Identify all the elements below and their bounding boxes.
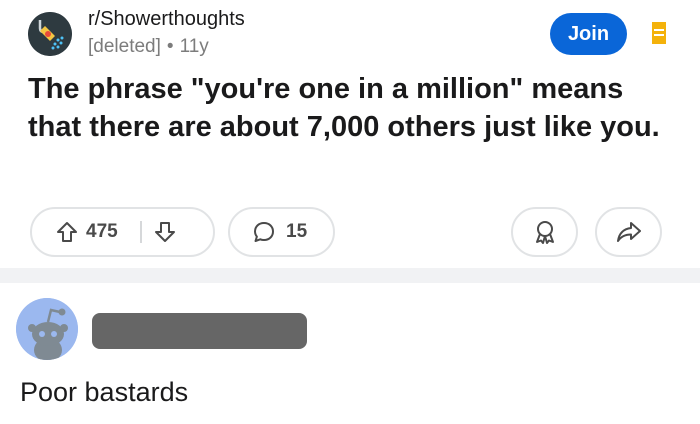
subreddit-avatar[interactable] (28, 12, 72, 56)
upvote-button[interactable] (56, 221, 78, 243)
post-title[interactable]: The phrase "you're one in a million" mea… (28, 70, 668, 146)
upvote-arrow-icon (57, 222, 77, 242)
award-button[interactable] (511, 207, 578, 257)
post-author: [deleted] (88, 36, 161, 57)
commenter-name-redacted (92, 313, 307, 349)
comment-bubble-icon (252, 220, 276, 244)
save-flag-icon[interactable] (652, 22, 666, 44)
post-meta: [deleted] • 11y (88, 36, 209, 58)
comments-button[interactable]: 15 (228, 207, 335, 257)
commenter-avatar[interactable] (16, 298, 78, 360)
award-icon (535, 221, 554, 244)
snoo-avatar-icon (16, 298, 78, 360)
comment-count: 15 (286, 221, 308, 242)
post-age: 11y (179, 36, 209, 57)
share-button[interactable] (595, 207, 662, 257)
section-divider (0, 268, 700, 283)
vote-control: 475 (30, 207, 215, 257)
vote-divider (139, 221, 142, 243)
subreddit-name[interactable]: r/Showerthoughts (88, 8, 245, 31)
join-button[interactable]: Join (550, 13, 627, 55)
upvote-count: 475 (86, 221, 118, 242)
showerhead-icon (28, 12, 72, 56)
comment-text: Poor bastards (20, 377, 189, 407)
downvote-arrow-icon (154, 222, 175, 242)
downvote-button[interactable] (154, 221, 176, 243)
reddit-post-page: r/Showerthoughts [deleted] • 11y Join The … (0, 0, 700, 424)
post-card: r/Showerthoughts [deleted] • 11y Join The … (0, 0, 700, 268)
meta-separator: • (166, 36, 174, 57)
share-arrow-icon (616, 222, 641, 242)
